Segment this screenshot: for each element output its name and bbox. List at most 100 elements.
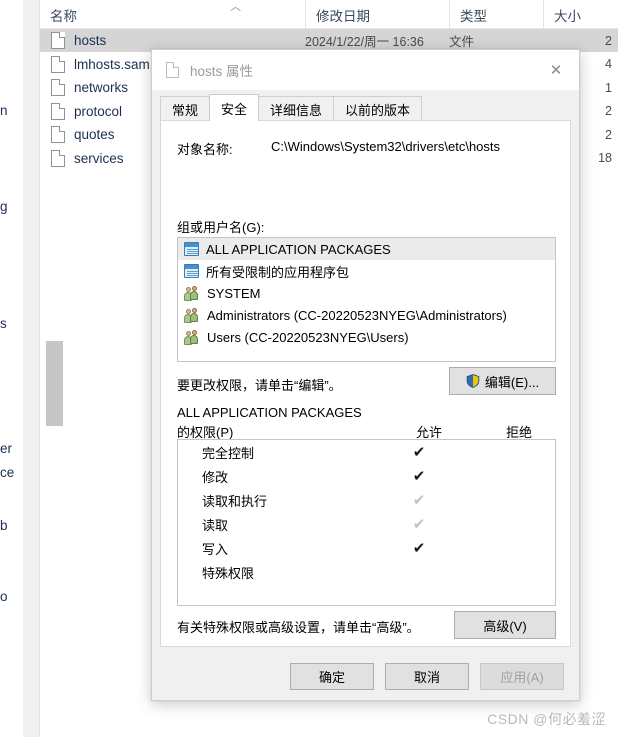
apply-button[interactable]: 应用(A) [480, 663, 564, 690]
permission-name: 写入 [202, 541, 229, 557]
group-list-item[interactable]: ALL APPLICATION PACKAGES [178, 238, 555, 260]
watermark: CSDN @何必羞涩 [487, 711, 606, 727]
shield-icon [466, 374, 480, 388]
permission-name: 读取 [202, 517, 229, 533]
file-modified-date: 2024/1/22/周一 16:36 [305, 35, 424, 49]
cancel-button-label: 取消 [413, 670, 440, 685]
permission-deny-checkbox[interactable] [497, 536, 521, 560]
tab-1[interactable]: 安全 [209, 94, 260, 121]
explorer-cut-label: n [0, 103, 8, 118]
close-icon[interactable]: ✕ [533, 50, 579, 90]
file-icon [51, 126, 65, 143]
group-list-item[interactable]: Users (CC-20220523NYEG\Users) [178, 326, 555, 348]
tab-0[interactable]: 常规 [160, 96, 211, 121]
file-name: hosts [74, 33, 107, 48]
permission-row[interactable]: 写入 ✔ [178, 536, 555, 560]
ok-button-label: 确定 [318, 670, 345, 685]
advanced-button[interactable]: 高级(V) [454, 611, 556, 639]
permission-row[interactable]: 完全控制 ✔ [178, 440, 555, 464]
file-name: networks [74, 80, 129, 95]
group-or-user-names-list[interactable]: ALL APPLICATION PACKAGES 所有受限制的应用程序包 SYSTE… [177, 237, 556, 362]
group-list-item-label: Users (CC-20220523NYEG\Users) [207, 329, 409, 345]
tab-label: 安全 [221, 101, 248, 117]
object-name-value: C:\Windows\System32\drivers\etc\hosts [271, 139, 501, 154]
tab-3[interactable]: 以前的版本 [333, 96, 423, 121]
apply-button-label: 应用(A) [500, 670, 544, 685]
hosts-properties-dialog: hosts 属性 ✕ 常规 安全 详细信息 以前的版本 对象名称: C:\Window… [151, 49, 580, 701]
permission-allow-checkbox[interactable]: ✔ [407, 536, 431, 560]
permission-allow-checkbox[interactable]: ✔ [407, 440, 431, 464]
permission-name: 特殊权限 [202, 565, 255, 581]
file-icon [166, 62, 179, 78]
package-icon [184, 242, 199, 256]
groups-label: 组或用户名(G): [177, 220, 265, 235]
file-size: 2 [605, 33, 612, 48]
permission-allow-checkbox[interactable]: ✔ [407, 512, 431, 536]
permission-deny-checkbox[interactable] [497, 560, 521, 584]
permission-row[interactable]: 修改 ✔ [178, 464, 555, 488]
tab-label: 详细信息 [270, 102, 323, 118]
tab-label: 常规 [172, 102, 199, 118]
ok-button[interactable]: 确定 [290, 663, 374, 690]
dialog-tabstrip: 常规 安全 详细信息 以前的版本 [160, 94, 423, 121]
explorer-cut-label: s [0, 316, 7, 331]
package-icon [184, 264, 199, 278]
file-type: 文件 [449, 35, 475, 49]
permission-row[interactable]: 特殊权限 [178, 560, 555, 584]
column-header-size[interactable]: 大小 [543, 0, 618, 29]
permission-deny-checkbox[interactable] [497, 512, 521, 536]
group-list-item[interactable]: 所有受限制的应用程序包 [178, 260, 555, 282]
permission-name: 读取和执行 [202, 493, 268, 509]
explorer-vertical-scrollbar[interactable] [23, 0, 63, 737]
edit-button[interactable]: 编辑(E)... [449, 367, 556, 395]
permission-allow-checkbox[interactable]: ✔ [407, 464, 431, 488]
sort-ascending-chevron-icon: ︿ [230, 1, 241, 13]
file-name: quotes [74, 127, 115, 142]
permissions-table[interactable]: 完全控制 ✔ 修改 ✔ 读取和执行 ✔ 读取 ✔ 写入 ✔ 特殊权限 [177, 439, 556, 606]
advanced-button-label: 高级(V) [483, 618, 527, 634]
group-list-item-label: Administrators (CC-20220523NYEG\Administ… [207, 307, 507, 323]
permission-deny-checkbox[interactable] [497, 440, 521, 464]
tab-label: 以前的版本 [345, 102, 411, 118]
column-header-name[interactable]: 名称 ︿ [40, 0, 305, 29]
permission-deny-checkbox[interactable] [497, 464, 521, 488]
cancel-button[interactable]: 取消 [385, 663, 469, 690]
file-size: 2 [605, 127, 612, 142]
column-header-type[interactable]: 类型 [449, 0, 543, 29]
group-list-item-label: ALL APPLICATION PACKAGES [206, 241, 391, 257]
scrollbar-thumb[interactable] [46, 341, 63, 426]
explorer-cut-label: ce [0, 465, 15, 480]
permission-allow-checkbox[interactable] [407, 560, 431, 584]
file-name: protocol [74, 103, 123, 119]
permission-row[interactable]: 读取和执行 ✔ [178, 488, 555, 512]
file-icon [51, 102, 65, 120]
group-list-item[interactable]: Administrators (CC-20220523NYEG\Administ… [178, 304, 555, 326]
column-header-name-label: 名称 [50, 8, 77, 24]
file-name: services [74, 150, 124, 166]
file-size: 2 [605, 104, 612, 118]
file-size: 1 [605, 80, 612, 95]
explorer-cut-label: o [0, 589, 8, 604]
permission-deny-checkbox[interactable] [497, 488, 521, 512]
object-name-label: 对象名称: [177, 142, 233, 157]
edit-button-label: 编辑(E)... [484, 374, 540, 390]
group-list-item-label: 所有受限制的应用程序包 [206, 264, 350, 280]
tab-2[interactable]: 详细信息 [258, 96, 335, 121]
permission-name: 完全控制 [202, 445, 255, 461]
advanced-hint: 有关特殊权限或高级设置，请单击“高级”。 [177, 620, 420, 635]
explorer-cut-label: er [0, 441, 13, 456]
users-icon [184, 329, 200, 345]
column-header-date[interactable]: 修改日期 [305, 0, 449, 29]
column-header-type-label: 类型 [460, 8, 487, 24]
permission-name: 修改 [202, 469, 229, 485]
column-header-date-label: 修改日期 [316, 8, 370, 24]
file-icon [51, 55, 65, 73]
permission-row[interactable]: 读取 ✔ [178, 512, 555, 536]
permission-allow-checkbox[interactable]: ✔ [407, 488, 431, 512]
users-icon [184, 307, 200, 323]
dialog-title: hosts 属性 [190, 64, 254, 79]
dialog-title-bar[interactable]: hosts 属性 ✕ [152, 50, 579, 90]
explorer-cut-label: b [0, 518, 8, 533]
users-icon [184, 285, 200, 301]
group-list-item[interactable]: SYSTEM [178, 282, 555, 304]
